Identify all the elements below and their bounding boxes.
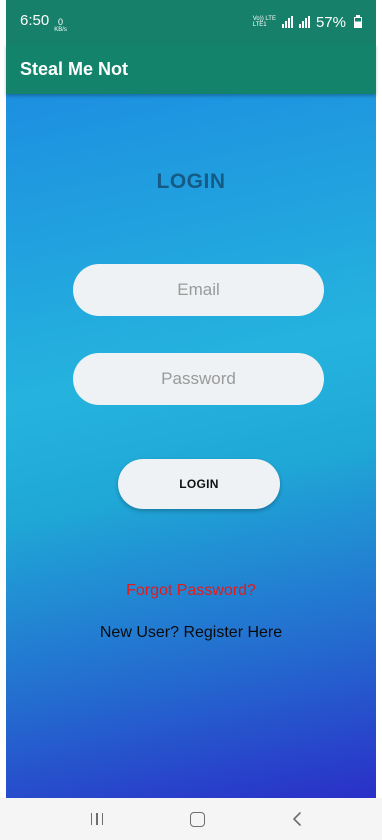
lte-label: LTE1 [252,22,267,28]
navigation-bar [0,798,382,840]
app-title: Steal Me Not [20,58,129,79]
status-time: 6:50 [20,11,50,29]
battery-percentage: 57% [315,13,346,31]
login-heading: LOGIN [156,170,226,193]
status-right: Vo)) LTE LTE1 57% [253,14,362,31]
signal-strength-icon [281,16,293,28]
forgot-password-link[interactable]: Forgot Password? [6,582,376,600]
password-field[interactable] [73,353,324,405]
network-type-labels: Vo)) LTE LTE1 [253,16,276,29]
network-speed: 0 KB/s [54,16,67,33]
email-field[interactable] [73,264,324,316]
app-bar: Steal Me Not [6,44,376,94]
battery-icon [354,14,362,28]
register-link[interactable]: New User? Register Here [6,624,376,642]
network-speed-unit: KB/s [54,26,67,33]
status-bar: 6:50 0 KB/s Vo)) LTE LTE1 57% [6,0,376,44]
screen: 6:50 0 KB/s Vo)) LTE LTE1 57% Steal Me N… [0,0,382,840]
home-icon[interactable] [186,808,208,830]
network-speed-value: 0 [58,16,64,27]
status-left: 6:50 0 KB/s [20,12,67,33]
signal-strength-icon-2 [298,16,310,28]
back-icon[interactable] [286,808,308,830]
login-screen: LOGIN LOGIN Forgot Password? New User? R… [6,94,376,798]
login-button[interactable]: LOGIN [118,459,280,509]
recent-apps-icon[interactable] [86,808,108,830]
